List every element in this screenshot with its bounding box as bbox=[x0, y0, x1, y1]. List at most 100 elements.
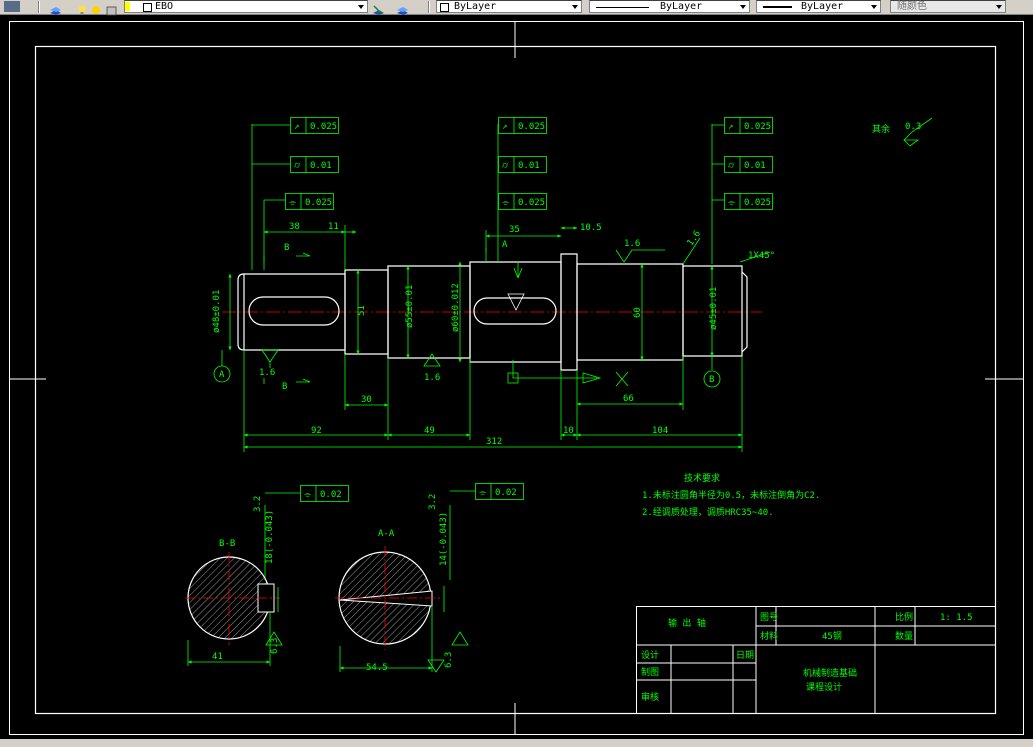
gtol-frame: ⌭ 0.01 bbox=[498, 156, 547, 173]
toolbar-separator bbox=[38, 1, 40, 13]
course-name: 课程设计 bbox=[806, 681, 842, 693]
scale-label: 比例 bbox=[895, 611, 913, 623]
checker-label: 审核 bbox=[641, 691, 659, 703]
chevron-down-icon[interactable] bbox=[570, 2, 580, 12]
gtol-frame: ⌯ 0.025 bbox=[724, 193, 773, 210]
section-b-width: 41 bbox=[212, 652, 223, 662]
section-b-key: 18(-0.043) bbox=[265, 510, 275, 564]
quantity-label: 数量 bbox=[895, 630, 913, 642]
date-label: 日期 bbox=[736, 650, 754, 661]
color-dropdown[interactable]: ByLayer bbox=[436, 0, 582, 13]
dim-66: 66 bbox=[623, 394, 634, 404]
gtol-frame: ⌭ 0.01 bbox=[290, 156, 339, 173]
datum-a-label: A bbox=[219, 370, 225, 380]
gtol-symbol: ⌯ bbox=[289, 198, 297, 208]
drawer-label: 制图 bbox=[641, 666, 659, 678]
chevron-down-icon[interactable] bbox=[994, 2, 1004, 12]
section-a-title: A-A bbox=[378, 529, 395, 539]
gtol-symbol: ↗ bbox=[728, 122, 733, 132]
dim-11: 11 bbox=[328, 222, 339, 232]
gtol-value: 0.025 bbox=[518, 198, 545, 208]
roughness-label: 1.6 bbox=[424, 373, 440, 383]
gtol-symbol: ↗ bbox=[294, 122, 299, 132]
gtol-symbol: ⌭ bbox=[294, 161, 301, 171]
designer-label: 设计 bbox=[641, 649, 659, 661]
chevron-down-icon[interactable] bbox=[869, 2, 879, 12]
notes-line-2: 2.经调质处理，调质HRC35~40. bbox=[642, 506, 774, 518]
linetype-preview bbox=[596, 7, 649, 8]
section-view-b bbox=[185, 552, 283, 666]
dim-104: 104 bbox=[652, 426, 668, 436]
sun-icon[interactable] bbox=[91, 1, 101, 14]
gtol-value: 0.01 bbox=[310, 161, 332, 171]
gtol-symbol: ⌯ bbox=[304, 490, 312, 500]
gtol-symbol: ↗ bbox=[502, 122, 507, 132]
gtol-value: 0.02 bbox=[495, 488, 517, 498]
material-value: 45钢 bbox=[822, 630, 842, 642]
view-a-label: A bbox=[502, 240, 508, 250]
gtol-value: 0.025 bbox=[518, 122, 545, 132]
roughness-label: 1.6 bbox=[259, 368, 275, 378]
color-swatch bbox=[440, 3, 449, 12]
dim-312: 312 bbox=[486, 437, 502, 447]
roughness-label: 1.6 bbox=[624, 239, 640, 249]
linetype-dropdown[interactable]: ByLayer bbox=[589, 0, 750, 13]
view-b-label: B bbox=[282, 382, 287, 392]
layer-manager-icon[interactable] bbox=[49, 1, 62, 15]
grip-icon[interactable] bbox=[4, 1, 20, 12]
gtol-symbol: ⌯ bbox=[728, 198, 736, 208]
notes-title: 技术要求 bbox=[684, 472, 720, 484]
dim-dia1: ø48±0.01 bbox=[212, 290, 222, 333]
layer-color-swatch bbox=[143, 3, 152, 12]
layer-previous-icon[interactable] bbox=[396, 1, 409, 15]
gtol-frame: ↗ 0.025 bbox=[290, 117, 339, 134]
dim-49: 49 bbox=[424, 426, 435, 436]
layer-dropdown[interactable]: EBO bbox=[124, 0, 368, 13]
gtol-frame: ↗ 0.025 bbox=[724, 117, 773, 134]
title-block: 输 出 轴 图号 比例 1: 1.5 材料 45钢 数量 设计 日期 制图 审核… bbox=[636, 606, 996, 714]
section-a-height: 3.2 bbox=[428, 494, 438, 510]
notes-line-1: 1.未标注圆角半径为0.5，未标注倒角为C2. bbox=[642, 489, 820, 501]
dim-10-5: 10.5 bbox=[580, 223, 602, 233]
datum-b-label: B bbox=[709, 375, 714, 385]
drawing-canvas[interactable]: ↗ 0.025⌭ 0.01⌯ 0.025↗ 0.025⌭ 0.01⌯ 0.025↗ 0.025… bbox=[0, 15, 1033, 739]
lineweight-value: ByLayer bbox=[801, 1, 844, 12]
lineweight-dropdown[interactable]: ByLayer bbox=[756, 0, 881, 13]
color-value: ByLayer bbox=[454, 1, 497, 12]
gtol-frame: ⌯ 0.02 bbox=[475, 483, 524, 500]
dim-38: 38 bbox=[289, 222, 300, 232]
datum-markers bbox=[213, 365, 721, 388]
gtol-symbol: ⌯ bbox=[502, 198, 510, 208]
chevron-down-icon[interactable] bbox=[356, 2, 366, 12]
bulb-icon[interactable] bbox=[78, 1, 86, 15]
section-b-height: 3.2 bbox=[253, 496, 263, 512]
toolbar-separator bbox=[428, 1, 430, 13]
gtol-symbol: ⌯ bbox=[479, 488, 487, 498]
lock-icon[interactable] bbox=[106, 1, 118, 16]
gtol-value: 0.01 bbox=[744, 161, 766, 171]
scale-value: 1: 1.5 bbox=[940, 613, 973, 623]
plotstyle-dropdown[interactable]: 随颜色 bbox=[890, 0, 1006, 13]
gtol-frame: ⌯ 0.02 bbox=[300, 485, 349, 502]
section-a-width: 54.5 bbox=[366, 663, 388, 673]
gtol-symbol: ⌭ bbox=[728, 161, 735, 171]
chevron-down-icon[interactable] bbox=[738, 2, 748, 12]
dim-dia3: ø55±0.01 bbox=[405, 285, 415, 328]
properties-toolbar: EBO ByLayer ByLayer ByLayer 随颜色 bbox=[0, 0, 1033, 16]
view-b-label: B bbox=[284, 243, 289, 253]
gtol-value: 0.025 bbox=[305, 198, 332, 208]
section-a-roughness: 6.3 bbox=[444, 652, 454, 668]
gtol-frame: ↗ 0.025 bbox=[498, 117, 547, 134]
section-b-roughness: 6.3 bbox=[270, 638, 280, 654]
dim-dia5: 60 bbox=[633, 307, 643, 318]
drawing-number-label: 图号 bbox=[760, 612, 778, 623]
dim-92: 92 bbox=[311, 426, 322, 436]
dim-35: 35 bbox=[509, 225, 520, 235]
dim-30: 30 bbox=[361, 395, 372, 405]
make-layer-current-icon[interactable] bbox=[372, 1, 385, 15]
layer-name: EBO bbox=[155, 1, 174, 12]
roughness-label: 1.6 bbox=[686, 229, 704, 248]
dim-dia6: ø45±0.01 bbox=[709, 287, 719, 330]
gtol-symbol: ⌭ bbox=[502, 161, 509, 171]
gtol-frame: ⌯ 0.025 bbox=[498, 193, 547, 210]
